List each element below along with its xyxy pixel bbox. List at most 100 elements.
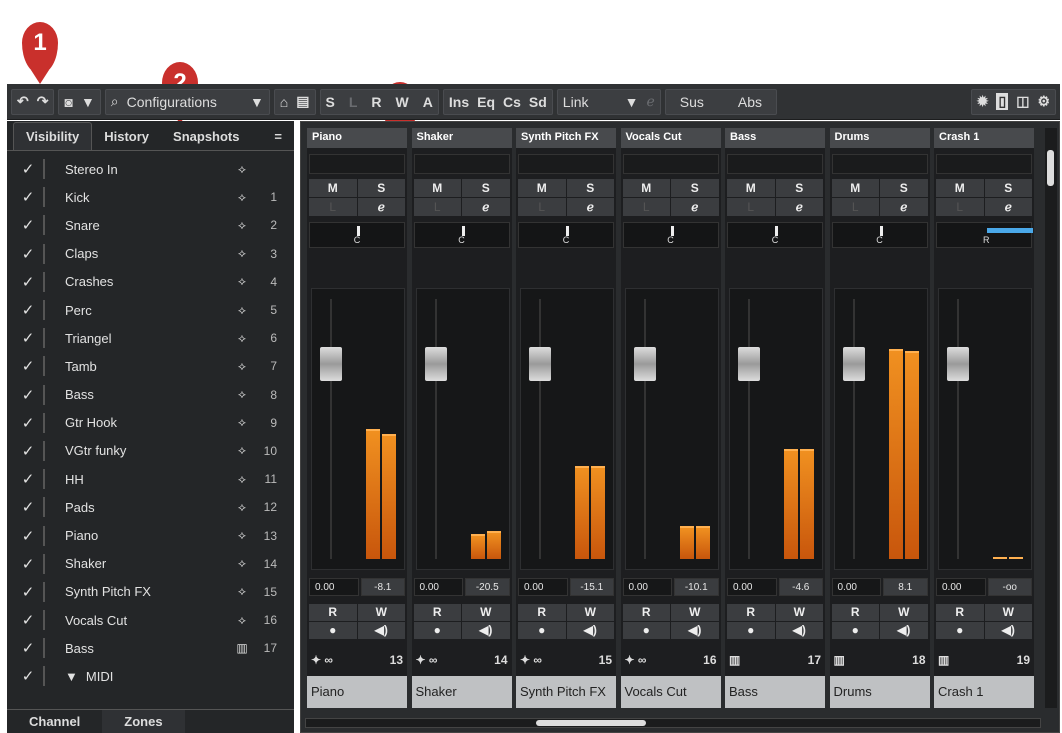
checkmark-icon[interactable]: ✓ [13, 611, 43, 629]
fader-handle[interactable] [738, 347, 760, 381]
channel-name[interactable]: Piano [307, 128, 407, 148]
chevron-down-icon[interactable]: ▼ [81, 94, 95, 110]
monitor-icon[interactable]: ◀) [357, 622, 405, 639]
pan-control[interactable]: C [309, 222, 405, 248]
monitor-icon[interactable]: ◀) [462, 622, 510, 639]
channel-slot[interactable] [727, 154, 823, 174]
edit-icon[interactable]: ℯ [775, 198, 823, 216]
pan-control[interactable]: C [727, 222, 823, 248]
w-button[interactable]: W [396, 94, 409, 110]
checkmark-icon[interactable]: ✓ [13, 555, 43, 573]
checkmark-icon[interactable]: ✓ [13, 527, 43, 545]
tab-channel[interactable]: Channel [7, 710, 102, 733]
fader-handle[interactable] [424, 347, 447, 381]
record-icon[interactable]: ● [413, 622, 461, 639]
channel-label[interactable]: Synth Pitch FX [516, 676, 616, 708]
channel-slot[interactable] [622, 154, 719, 174]
undo-icon[interactable]: ↶ [17, 93, 29, 110]
channel-label[interactable]: Drums [829, 676, 930, 708]
level-value[interactable]: 0.00 [518, 578, 568, 596]
fader[interactable] [311, 288, 405, 570]
write-button[interactable]: W [984, 604, 1032, 621]
channel-label[interactable]: Vocals Cut [620, 676, 721, 708]
edit-icon[interactable]: ℯ [462, 198, 510, 216]
fader-handle[interactable] [320, 347, 342, 381]
channel-label[interactable]: Crash 1 [934, 676, 1034, 708]
chevron-down-icon[interactable]: ▼ [625, 94, 639, 110]
a-button[interactable]: A [423, 94, 433, 110]
write-button[interactable]: W [462, 604, 510, 621]
configurations-dropdown[interactable]: Configurations [127, 94, 242, 110]
pan-control[interactable]: C [622, 222, 719, 248]
read-button[interactable]: R [936, 604, 984, 621]
link-button[interactable]: Link [563, 94, 617, 110]
pan-control[interactable]: C [413, 222, 510, 248]
fader-handle[interactable] [947, 347, 969, 381]
peak-value[interactable]: -8.1 [360, 578, 405, 596]
level-value[interactable]: 0.00 [831, 578, 881, 596]
channel-label[interactable]: Piano [307, 676, 407, 708]
list-item[interactable]: ✓ Snare ⟡ 2 [13, 211, 277, 239]
read-button[interactable]: R [831, 604, 879, 621]
peak-value[interactable]: -4.6 [778, 578, 823, 596]
checkmark-icon[interactable]: ✓ [13, 583, 43, 601]
listen-button[interactable]: L [413, 198, 461, 216]
list-item[interactable]: ✓ Synth Pitch FX ⟡ 15 [13, 578, 277, 606]
mute-button[interactable]: M [831, 179, 879, 197]
abs-button[interactable]: Abs [738, 94, 762, 110]
pan-control[interactable]: R [936, 222, 1033, 248]
list-item[interactable]: ✓ Claps ⟡ 3 [13, 240, 277, 268]
fader[interactable] [520, 288, 614, 570]
cs-button[interactable]: Cs [503, 94, 521, 110]
fader[interactable] [833, 288, 928, 570]
peak-value[interactable]: -20.5 [465, 578, 510, 596]
monitor-icon[interactable]: ◀) [671, 622, 719, 639]
fader[interactable] [938, 288, 1032, 570]
record-icon[interactable]: ● [831, 622, 879, 639]
write-button[interactable]: W [357, 604, 405, 621]
level-value[interactable]: 0.00 [727, 578, 777, 596]
checkmark-icon[interactable]: ✓ [13, 414, 43, 432]
monitor-icon[interactable]: ◀) [984, 622, 1032, 639]
channel-slot[interactable] [413, 154, 510, 174]
peak-value[interactable]: -15.1 [569, 578, 614, 596]
right-zone-icon[interactable]: ◫ [1016, 93, 1029, 110]
channel-name[interactable]: Drums [829, 128, 930, 148]
fader[interactable] [415, 288, 510, 570]
fader[interactable] [729, 288, 823, 570]
read-button[interactable]: R [413, 604, 461, 621]
checkmark-icon[interactable]: ✓ [13, 245, 43, 263]
mute-button[interactable]: M [309, 179, 357, 197]
solo-button[interactable]: S [880, 179, 928, 197]
channel-name[interactable]: Shaker [411, 128, 512, 148]
collapse-icon[interactable]: ▼ [65, 669, 78, 684]
list-item[interactable]: ✓ Vocals Cut ⟡ 16 [13, 606, 277, 634]
list-item[interactable]: ✓ Tamb ⟡ 7 [13, 352, 277, 380]
horizontal-scrollbar[interactable] [305, 718, 1041, 728]
mute-button[interactable]: M [936, 179, 984, 197]
search-icon[interactable]: ⌕ [111, 93, 119, 110]
mute-button[interactable]: M [727, 179, 775, 197]
settings-icon[interactable]: ⚙ [1037, 93, 1050, 110]
write-button[interactable]: W [880, 604, 928, 621]
fader-handle[interactable] [529, 347, 551, 381]
mute-button[interactable]: M [622, 179, 670, 197]
mute-button[interactable]: M [518, 179, 566, 197]
checkmark-icon[interactable]: ✓ [13, 470, 43, 488]
l-button[interactable]: L [349, 94, 358, 110]
pan-control[interactable]: C [831, 222, 928, 248]
channel-name[interactable]: Vocals Cut [620, 128, 721, 148]
tab-zones[interactable]: Zones [102, 710, 185, 733]
fader[interactable] [624, 288, 719, 570]
fader-handle[interactable] [633, 347, 656, 381]
monitor-icon[interactable]: ◀) [880, 622, 928, 639]
listen-button[interactable]: L [831, 198, 879, 216]
list-item[interactable]: ✓ ▼ MIDI [13, 662, 277, 690]
edit-icon[interactable]: ℯ [566, 198, 614, 216]
solo-button[interactable]: S [462, 179, 510, 197]
solo-button[interactable]: S [671, 179, 719, 197]
home-icon[interactable]: ⌂ [280, 94, 288, 110]
listen-button[interactable]: L [727, 198, 775, 216]
channel-label[interactable]: Bass [725, 676, 825, 708]
vertical-scrollbar[interactable] [1045, 128, 1057, 708]
